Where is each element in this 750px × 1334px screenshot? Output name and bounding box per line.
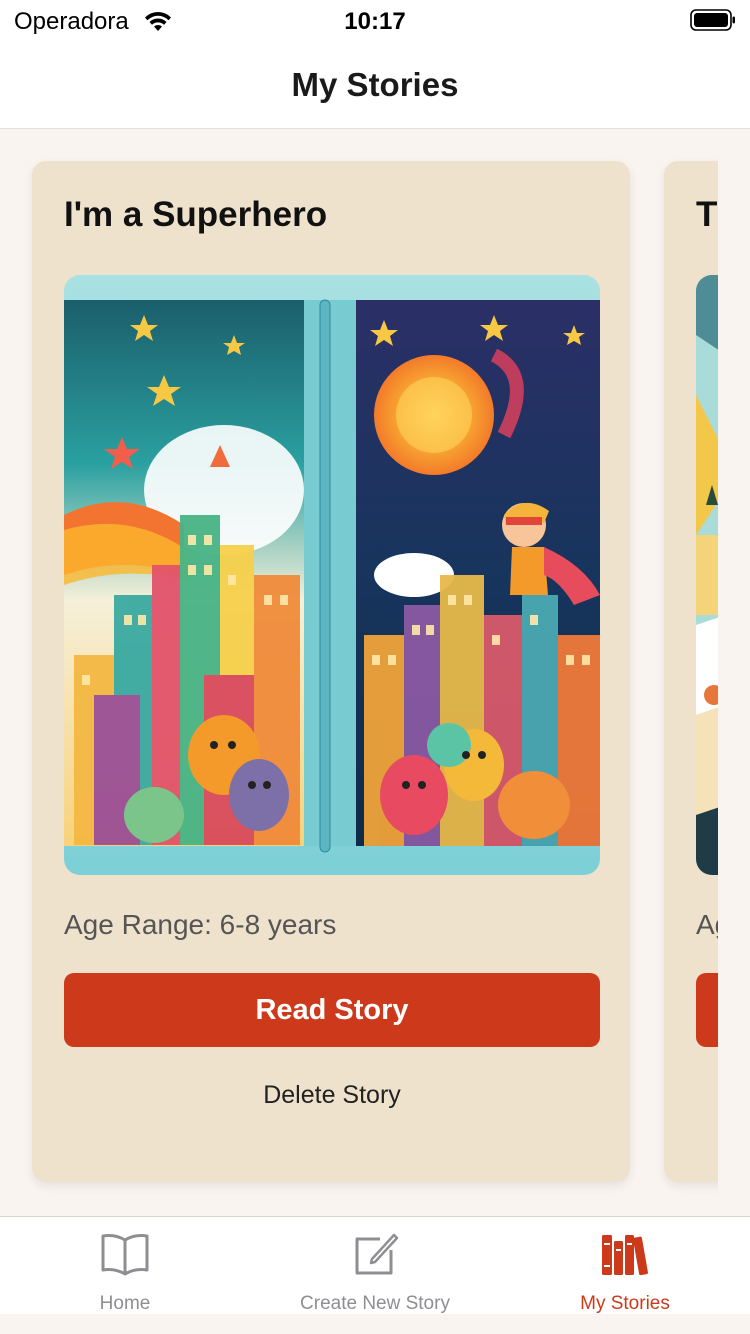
tab-label: Create New Story: [300, 1293, 450, 1314]
navigation-bar: My Stories: [0, 44, 750, 129]
books-icon: [602, 1235, 648, 1276]
tab-label: My Stories: [580, 1293, 670, 1314]
clock: 10:17: [344, 8, 406, 35]
compose-icon: [355, 1233, 399, 1275]
story-carousel[interactable]: I'm a Superhero Age Range: 6-8 years Rea…: [0, 129, 718, 1216]
home-indicator-area: [0, 1314, 750, 1334]
tab-bar: Home Create New Story My Stories: [0, 1216, 750, 1334]
age-range-label: Age Range: 6-8 years: [64, 909, 337, 940]
story-title: T: [696, 195, 718, 234]
story-card: T Ag: [664, 161, 718, 1182]
story-cover-image: [696, 275, 718, 875]
delete-story-button[interactable]: Delete Story: [64, 1071, 600, 1119]
read-story-button[interactable]: Read Story: [64, 973, 600, 1047]
story-cover-image: [64, 275, 600, 875]
battery-icon: [690, 9, 735, 31]
story-card: I'm a Superhero Age Range: 6-8 years Rea…: [32, 161, 630, 1182]
status-bar: Operadora 10:17: [0, 0, 750, 44]
age-range-label: Ag: [696, 909, 718, 940]
book-icon: [101, 1234, 149, 1276]
tab-create-new-story[interactable]: Create New Story: [250, 1217, 500, 1315]
tab-my-stories[interactable]: My Stories: [500, 1217, 750, 1315]
superhero-storybook-illustration: [64, 299, 600, 853]
tab-home[interactable]: Home: [0, 1217, 250, 1315]
read-story-button[interactable]: [696, 973, 718, 1047]
story-title: I'm a Superhero: [64, 195, 328, 234]
tab-label: Home: [99, 1293, 151, 1314]
page-title: My Stories: [291, 66, 459, 103]
storybook-illustration-partial: [696, 275, 718, 875]
